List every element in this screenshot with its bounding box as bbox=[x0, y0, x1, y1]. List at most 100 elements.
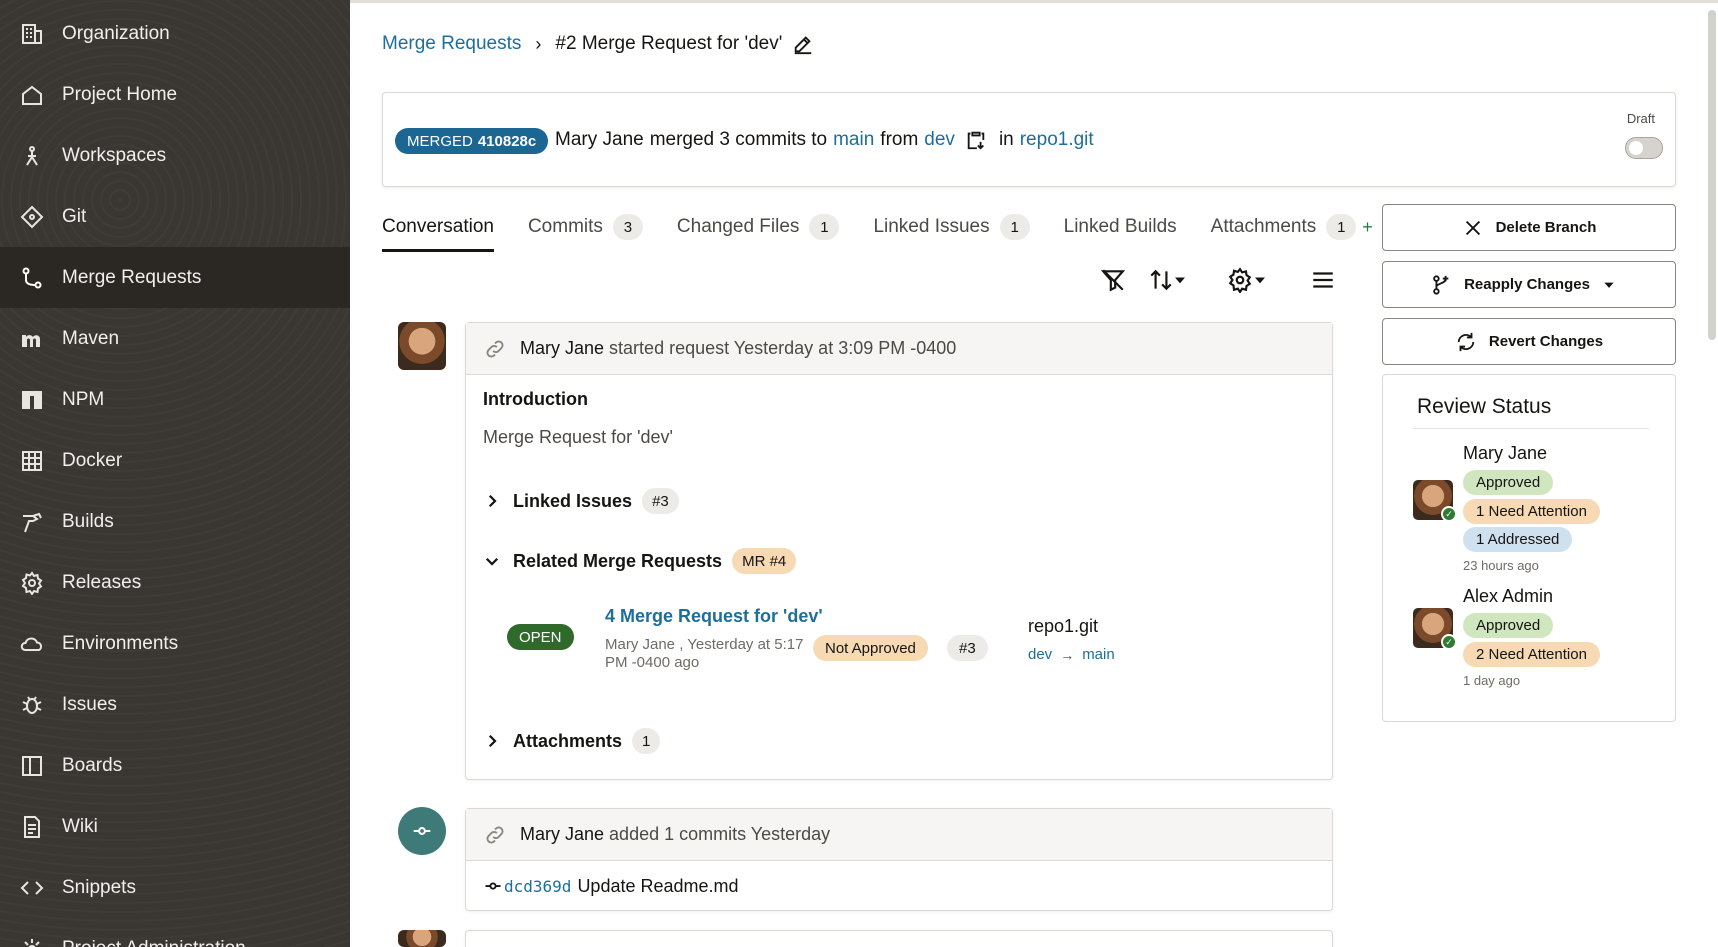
linked-issues-expander[interactable]: Linked Issues #3 bbox=[483, 488, 679, 514]
revert-icon bbox=[1457, 332, 1475, 351]
reapply-changes-button[interactable]: Reapply Changes bbox=[1382, 261, 1676, 308]
related-mr-title-link[interactable]: 4 Merge Request for 'dev' bbox=[605, 606, 823, 627]
sidebar-item-label: Maven bbox=[62, 327, 120, 349]
tab-label: Linked Issues bbox=[873, 216, 990, 237]
pencil-icon[interactable] bbox=[792, 33, 814, 55]
sidebar-item-docker[interactable]: Docker bbox=[0, 430, 350, 491]
divider bbox=[1413, 428, 1649, 429]
menu-button[interactable] bbox=[1308, 264, 1338, 296]
merged-commit-hash[interactable]: 410828c bbox=[478, 133, 536, 150]
scrollbar[interactable] bbox=[1708, 10, 1716, 340]
sidebar-item-label: Git bbox=[62, 205, 87, 227]
sidebar-item-label: Boards bbox=[62, 754, 123, 776]
sidebar-item-git[interactable]: Git bbox=[0, 186, 350, 247]
expander-label: Attachments bbox=[513, 730, 623, 751]
settings-dropdown[interactable] bbox=[1250, 264, 1270, 296]
cloud-icon bbox=[20, 632, 44, 656]
revert-changes-button[interactable]: Revert Changes bbox=[1382, 318, 1676, 365]
avatar bbox=[398, 322, 446, 370]
branch-flow: dev → main bbox=[1028, 646, 1115, 663]
tab-conversation[interactable]: Conversation bbox=[382, 210, 494, 252]
sidebar-item-maven[interactable]: Maven bbox=[0, 308, 350, 369]
tab-commits[interactable]: Commits 3 bbox=[528, 210, 643, 244]
breadcrumb-separator: › bbox=[535, 33, 542, 54]
add-attachment-button[interactable]: + bbox=[1362, 217, 1373, 238]
source-branch-link[interactable]: dev bbox=[1028, 646, 1052, 663]
copy-branch-icon[interactable] bbox=[965, 129, 987, 151]
activity-text: started request Yesterday at 3:09 PM -04… bbox=[609, 338, 957, 358]
sidebar-item-issues[interactable]: Issues bbox=[0, 674, 350, 735]
sidebar-item-npm[interactable]: NPM bbox=[0, 369, 350, 430]
sidebar-item-environments[interactable]: Environments bbox=[0, 613, 350, 674]
tab-attachments[interactable]: Attachments 1 + bbox=[1211, 210, 1373, 244]
merge-summary-text: Mary Jane merged 3 commits to main from … bbox=[555, 129, 1094, 151]
tab-linked-issues[interactable]: Linked Issues 1 bbox=[873, 210, 1030, 244]
introduction-heading: Introduction bbox=[483, 389, 588, 409]
link-icon[interactable] bbox=[484, 338, 506, 360]
sidebar-item-label: Builds bbox=[62, 510, 114, 532]
caret-down-icon bbox=[1604, 282, 1614, 288]
sidebar-item-wiki[interactable]: Wiki bbox=[0, 796, 350, 857]
breadcrumb-merge-requests-link[interactable]: Merge Requests bbox=[382, 33, 521, 55]
sidebar-item-boards[interactable]: Boards bbox=[0, 735, 350, 796]
need-attention-badge: 1 Need Attention bbox=[1463, 499, 1600, 524]
activity-added-commits: Mary Jane added 1 commits Yesterday dcd3… bbox=[465, 808, 1333, 911]
button-label: Delete Branch bbox=[1495, 219, 1597, 236]
tab-count-badge: 1 bbox=[999, 214, 1030, 240]
merge-in-text: in bbox=[998, 129, 1014, 150]
commit-icon bbox=[485, 882, 501, 890]
merge-from-text: from bbox=[880, 129, 919, 150]
sidebar-item-label: Project Administration bbox=[62, 938, 246, 947]
repo-link[interactable]: repo1.git bbox=[1020, 129, 1094, 151]
approved-badge: Approved bbox=[1463, 470, 1554, 495]
sidebar-item-label: Merge Requests bbox=[62, 266, 202, 288]
tab-count-badge: 1 bbox=[1326, 214, 1357, 240]
sidebar-item-workspaces[interactable]: Workspaces bbox=[0, 125, 350, 186]
delete-branch-button[interactable]: Delete Branch bbox=[1382, 204, 1676, 251]
merge-request-pill[interactable]: MR #4 bbox=[732, 548, 797, 574]
close-icon bbox=[1465, 220, 1480, 235]
document-icon bbox=[20, 815, 44, 839]
target-branch-link[interactable]: main bbox=[1082, 646, 1115, 663]
commit-message: Update Readme.md bbox=[577, 875, 739, 896]
sidebar-item-label: Project Home bbox=[62, 83, 178, 105]
merge-action-text: merged 3 commits to bbox=[649, 129, 828, 150]
commit-row: dcd369d Update Readme.md bbox=[466, 861, 1332, 911]
sidebar-item-releases[interactable]: Releases bbox=[0, 552, 350, 613]
tab-label: Changed Files bbox=[676, 216, 800, 237]
merge-author: Mary Jane bbox=[555, 129, 644, 150]
draft-toggle[interactable] bbox=[1625, 137, 1663, 159]
sidebar-item-snippets[interactable]: Snippets bbox=[0, 857, 350, 918]
related-merge-requests-expander[interactable]: Related Merge Requests MR #4 bbox=[483, 548, 797, 574]
workspace-icon bbox=[20, 144, 44, 168]
clear-filter-button[interactable] bbox=[1098, 264, 1128, 296]
sidebar-item-project-administration[interactable]: Project Administration bbox=[0, 918, 350, 947]
issue-pill[interactable]: #3 bbox=[642, 488, 679, 514]
open-status-badge: OPEN bbox=[507, 624, 574, 650]
hammer-icon bbox=[20, 510, 44, 534]
sidebar-item-label: Issues bbox=[62, 693, 117, 715]
attachments-expander[interactable]: Attachments 1 bbox=[483, 728, 661, 754]
source-branch-link[interactable]: dev bbox=[924, 129, 955, 151]
link-icon[interactable] bbox=[484, 824, 506, 846]
addressed-badge: 1 Addressed bbox=[1463, 527, 1573, 552]
expander-label: Linked Issues bbox=[513, 490, 633, 511]
tab-changed-files[interactable]: Changed Files 1 bbox=[677, 210, 840, 244]
commit-hash-link[interactable]: dcd369d bbox=[504, 877, 571, 896]
sidebar-item-builds[interactable]: Builds bbox=[0, 491, 350, 552]
sidebar-item-project-home[interactable]: Project Home bbox=[0, 64, 350, 125]
activity-author: Mary Jane bbox=[520, 338, 605, 358]
reviewer-name: Alex Admin bbox=[1463, 586, 1554, 606]
docker-icon bbox=[20, 449, 44, 473]
need-attention-badge: 2 Need Attention bbox=[1463, 642, 1600, 667]
target-branch-link[interactable]: main bbox=[833, 129, 874, 151]
merged-status-label: MERGED bbox=[407, 132, 473, 150]
sidebar-item-label: NPM bbox=[62, 388, 105, 410]
activity-next bbox=[465, 930, 1333, 947]
issue-pill[interactable]: #3 bbox=[947, 635, 988, 661]
sidebar-item-merge-requests[interactable]: Merge Requests bbox=[0, 247, 350, 308]
board-icon bbox=[20, 754, 44, 778]
sort-dropdown[interactable] bbox=[1170, 264, 1190, 296]
sidebar-item-organization[interactable]: Organization bbox=[0, 3, 350, 64]
tab-linked-builds[interactable]: Linked Builds bbox=[1064, 210, 1177, 244]
